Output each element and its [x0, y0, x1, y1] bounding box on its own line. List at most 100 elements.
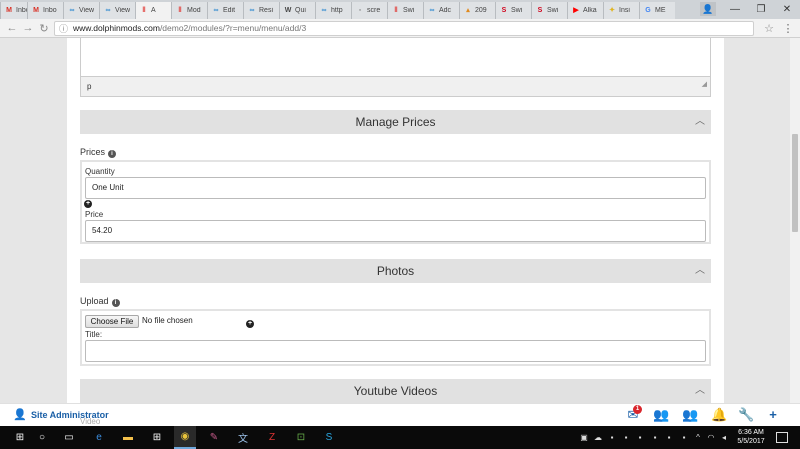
search-circle-icon[interactable]: ○: [31, 426, 53, 449]
chevron-up-icon[interactable]: ︿: [695, 379, 705, 403]
google-icon: G: [645, 6, 651, 14]
action-center-icon[interactable]: [776, 432, 788, 443]
infinity-icon: ∞: [321, 6, 327, 14]
browser-tab[interactable]: ▫ scre: [351, 2, 387, 19]
add-price-icon[interactable]: +: [84, 200, 92, 208]
browser-tab[interactable]: S Swi: [495, 2, 531, 19]
filezilla-icon[interactable]: Z: [261, 426, 283, 449]
tray-app-icon[interactable]: ▪: [621, 432, 631, 442]
browser-tab[interactable]: ∞ Resi: [243, 2, 279, 19]
browser-tab[interactable]: W Qui: [279, 2, 315, 19]
sf-icon: S: [501, 6, 507, 14]
bookmark-star-icon[interactable]: ☆: [762, 21, 776, 35]
browser-tab[interactable]: ‖ Swi: [387, 2, 423, 19]
choose-file-button[interactable]: Choose File: [85, 315, 139, 328]
browser-tab[interactable]: ∞ View: [99, 2, 135, 19]
section-manage-prices[interactable]: Manage Prices ︿: [80, 110, 711, 134]
section-title: Manage Prices: [355, 115, 436, 129]
browser-tab-strip: MInboMInbo∞View∞View‖A‖Mod∞Edit∞ResiWQui…: [0, 0, 800, 19]
windows-start-icon[interactable]: ⊞: [9, 426, 31, 449]
browser-tab[interactable]: ∞ Edit: [207, 2, 243, 19]
resize-grip-icon[interactable]: ◢: [702, 75, 707, 94]
store-icon[interactable]: ⊞: [146, 426, 168, 449]
sf-icon: S: [537, 6, 543, 14]
show-hidden-icons-icon[interactable]: ^: [693, 432, 703, 442]
browser-tab[interactable]: M Inbo: [0, 2, 27, 19]
prices-label-text: Prices: [80, 147, 106, 157]
rich-text-editor[interactable]: [80, 38, 711, 77]
browser-tab[interactable]: M Inbo: [27, 2, 63, 19]
chrome-icon[interactable]: ◉: [174, 426, 196, 449]
page-info-icon[interactable]: ⓘ: [59, 23, 68, 34]
profile-icon[interactable]: 👤: [700, 2, 716, 16]
window-controls: — ❐ ✕: [722, 0, 800, 19]
info-icon[interactable]: i: [111, 299, 120, 307]
friends-icon[interactable]: 👥: [653, 407, 669, 423]
skype-icon[interactable]: S: [318, 426, 340, 449]
infinity-icon: ∞: [69, 6, 75, 14]
scrollbar-thumb[interactable]: [792, 134, 798, 232]
forward-icon[interactable]: →: [21, 21, 35, 35]
user-icon[interactable]: 👤: [13, 409, 27, 421]
browser-tab[interactable]: ∞ Adc: [423, 2, 459, 19]
browser-tab[interactable]: ‖ Mod: [171, 2, 207, 19]
browser-tab-label: Qui: [295, 7, 306, 14]
pause-icon: ‖: [142, 6, 146, 14]
browser-tab[interactable]: ∞ http: [315, 2, 351, 19]
taskbar-clock[interactable]: 6:36 AM 5/5/2017: [733, 428, 769, 446]
maximize-icon[interactable]: ❐: [748, 0, 774, 19]
volume-icon[interactable]: ◂: [719, 432, 729, 442]
chart-icon: ▴: [466, 6, 470, 14]
document-icon: ▫: [358, 6, 362, 14]
star-icon: ✦: [609, 6, 615, 14]
browser-tab[interactable]: S Swi: [531, 2, 567, 19]
add-plus-icon[interactable]: +: [765, 407, 781, 423]
clock-time: 6:36 AM: [738, 429, 764, 436]
tray-app-icon[interactable]: ▪: [679, 432, 689, 442]
browser-tab[interactable]: ▴ 209: [459, 2, 495, 19]
tray-app-icon[interactable]: ▪: [664, 432, 674, 442]
wifi-icon[interactable]: ◠: [706, 432, 716, 442]
browser-tab[interactable]: G ME: [639, 2, 675, 19]
close-icon[interactable]: ✕: [774, 0, 800, 19]
back-icon[interactable]: ←: [5, 21, 19, 35]
editor-element-path[interactable]: p: [87, 82, 91, 91]
price-label: Price: [85, 210, 104, 219]
browser-toolbar: ← → ↻ ⓘ www.dolphinmods.com/demo2/module…: [0, 19, 800, 38]
browser-tab[interactable]: ‖ A: [135, 2, 171, 19]
browser-tab[interactable]: ▶ Alka: [567, 2, 603, 19]
edge-browser-icon[interactable]: e: [88, 426, 110, 449]
price-input[interactable]: 54.20: [85, 220, 706, 242]
tray-cloud-icon[interactable]: ☁: [593, 432, 603, 442]
photo-title-input[interactable]: [85, 340, 706, 362]
tools-wrench-icon[interactable]: 🔧: [738, 407, 754, 423]
tray-app-icon[interactable]: ▪: [635, 432, 645, 442]
members-icon[interactable]: 👥: [682, 407, 698, 423]
tray-app-icon[interactable]: ▣: [579, 432, 589, 442]
file-explorer-icon[interactable]: ▬: [117, 426, 139, 449]
task-view-icon[interactable]: ▭: [58, 426, 80, 449]
tray-app-icon[interactable]: ▪: [607, 432, 617, 442]
add-photo-icon[interactable]: +: [246, 320, 254, 328]
browser-tab-label: Resi: [259, 7, 274, 14]
reload-icon[interactable]: ↻: [37, 21, 51, 35]
chevron-up-icon[interactable]: ︿: [695, 259, 705, 283]
tray-app-icon[interactable]: ▪: [650, 432, 660, 442]
notifications-bell-icon[interactable]: 🔔: [711, 407, 727, 423]
quantity-input[interactable]: One Unit: [85, 177, 706, 199]
address-bar[interactable]: ⓘ www.dolphinmods.com/demo2/modules/?r=m…: [54, 21, 754, 36]
section-youtube-videos[interactable]: Youtube Videos ︿: [80, 379, 711, 403]
page-scrollbar[interactable]: [790, 38, 800, 403]
youtube-icon: ▶: [573, 6, 579, 14]
translator-app-icon[interactable]: 文: [232, 426, 254, 449]
chevron-up-icon[interactable]: ︿: [695, 110, 705, 134]
browser-tab[interactable]: ∞ View: [63, 2, 99, 19]
section-photos[interactable]: Photos ︿: [80, 259, 711, 283]
network-app-icon[interactable]: ⊡: [290, 426, 312, 449]
browser-tab[interactable]: ✦ Insi: [603, 2, 639, 19]
browser-tab-label: Swi: [511, 7, 523, 14]
paint-app-icon[interactable]: ✎: [203, 426, 225, 449]
info-icon[interactable]: i: [108, 150, 117, 158]
browser-menu-icon[interactable]: ⋮: [782, 21, 794, 35]
minimize-icon[interactable]: —: [722, 0, 748, 19]
